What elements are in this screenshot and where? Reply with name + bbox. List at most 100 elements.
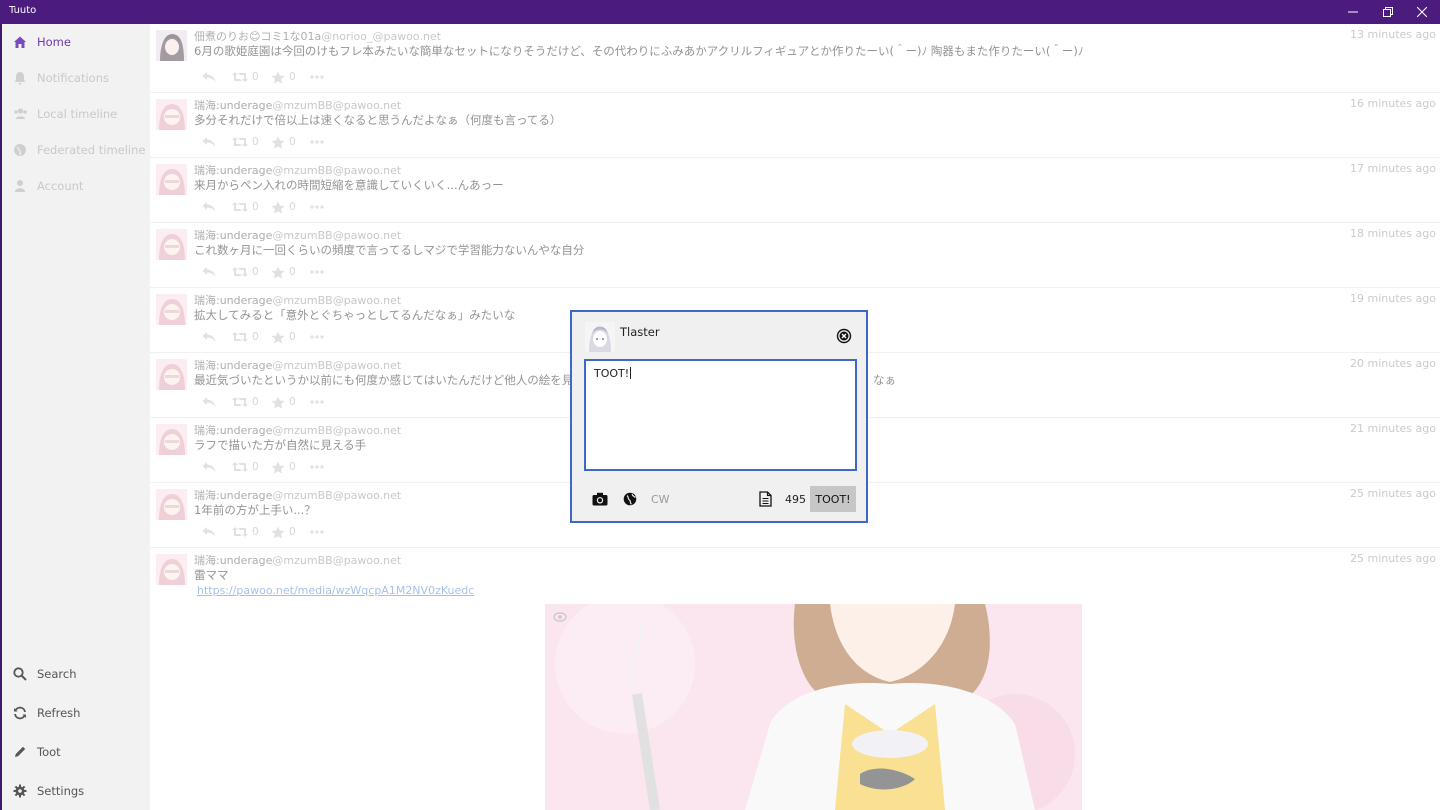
boost-button[interactable]: 0 xyxy=(232,329,259,345)
toot-submit-button[interactable]: TOOT! xyxy=(810,486,856,512)
favourite-button[interactable]: 0 xyxy=(271,329,296,345)
avatar[interactable] xyxy=(156,424,187,455)
reply-button[interactable] xyxy=(202,459,216,475)
avatar[interactable] xyxy=(156,359,187,390)
more-button[interactable] xyxy=(310,199,324,215)
toot-author[interactable]: 瑞海:underage@mzumBB@pawoo.net xyxy=(194,292,401,308)
favourite-button[interactable]: 0 xyxy=(271,264,296,280)
compose-text-input[interactable]: TOOT! xyxy=(584,359,857,471)
close-dialog-button[interactable] xyxy=(836,328,852,344)
toot-author[interactable]: 瑞海:underage@mzumBB@pawoo.net xyxy=(194,357,401,373)
toot-content: これ数ヶ月に一回くらいの頻度で言ってるしマジで学習能力ないんやな自分 xyxy=(194,243,585,257)
visibility-button[interactable] xyxy=(623,489,637,509)
toot-acct: @mzumBB@pawoo.net xyxy=(272,294,402,307)
more-button[interactable] xyxy=(310,394,324,410)
star-icon xyxy=(271,201,285,213)
sidebar-item-search[interactable]: Search xyxy=(2,656,150,692)
avatar[interactable] xyxy=(156,99,187,130)
more-icon xyxy=(310,140,324,144)
more-button[interactable] xyxy=(310,264,324,280)
reply-button[interactable] xyxy=(202,199,216,215)
users-icon xyxy=(14,108,27,119)
toot-author[interactable]: 瑞海:underage@mzumBB@pawoo.net xyxy=(194,97,401,113)
globe-icon xyxy=(14,144,26,156)
favourite-button[interactable]: 0 xyxy=(271,69,296,85)
reply-icon xyxy=(202,462,216,472)
toot-author[interactable]: 佃煮のりお😊コミ1な01a@norioo_@pawoo.net xyxy=(194,28,441,44)
avatar[interactable] xyxy=(156,229,187,260)
more-button[interactable] xyxy=(310,524,324,540)
minimize-button[interactable] xyxy=(1336,0,1370,24)
reply-button[interactable] xyxy=(202,134,216,150)
restore-button[interactable] xyxy=(1371,0,1405,24)
star-icon xyxy=(271,331,285,343)
close-window-button[interactable] xyxy=(1405,0,1439,24)
avatar[interactable] xyxy=(156,489,187,520)
sidebar-item-local-timeline[interactable]: Local timeline xyxy=(2,96,150,132)
toot-author[interactable]: 瑞海:underage@mzumBB@pawoo.net xyxy=(194,162,401,178)
avatar-image xyxy=(156,30,187,61)
draft-button[interactable] xyxy=(759,489,772,509)
sidebar-item-refresh[interactable]: Refresh xyxy=(2,695,150,731)
toot-actions: 0 0 xyxy=(202,199,332,215)
boost-count: 0 xyxy=(252,331,259,343)
avatar-image xyxy=(156,99,187,130)
sidebar-item-label: Federated timeline xyxy=(37,143,146,157)
toot-acct: @mzumBB@pawoo.net xyxy=(272,99,402,112)
more-icon xyxy=(310,400,324,404)
boost-button[interactable]: 0 xyxy=(232,134,259,150)
cw-toggle[interactable]: CW xyxy=(651,489,670,509)
star-icon xyxy=(271,266,285,278)
sidebar-item-settings[interactable]: Settings xyxy=(2,773,150,809)
favourite-count: 0 xyxy=(289,71,296,83)
reply-icon xyxy=(202,397,216,407)
reply-button[interactable] xyxy=(202,264,216,280)
toot-media-link[interactable]: https://pawoo.net/media/wzWqcpA1M2NV0zKu… xyxy=(197,584,474,597)
reply-button[interactable] xyxy=(202,69,216,85)
avatar[interactable] xyxy=(156,554,187,585)
toot-author[interactable]: 瑞海:underage@mzumBB@pawoo.net xyxy=(194,487,401,503)
reply-button[interactable] xyxy=(202,524,216,540)
reply-button[interactable] xyxy=(202,394,216,410)
toot-actions: 0 0 xyxy=(202,69,332,85)
toot-time: 21 minutes ago xyxy=(1350,422,1436,435)
media-attachment[interactable] xyxy=(545,604,1082,810)
avatar[interactable] xyxy=(156,30,187,61)
avatar[interactable] xyxy=(156,164,187,195)
favourite-button[interactable]: 0 xyxy=(271,199,296,215)
more-button[interactable] xyxy=(310,329,324,345)
boost-button[interactable]: 0 xyxy=(232,394,259,410)
toot-acct: @mzumBB@pawoo.net xyxy=(272,164,402,177)
toot-acct: @mzumBB@pawoo.net xyxy=(272,489,402,502)
avatar-image xyxy=(585,322,615,352)
camera-icon xyxy=(592,492,608,506)
more-button[interactable] xyxy=(310,459,324,475)
add-media-button[interactable] xyxy=(592,489,608,509)
avatar[interactable] xyxy=(156,294,187,325)
favourite-button[interactable]: 0 xyxy=(271,134,296,150)
favourite-button[interactable]: 0 xyxy=(271,459,296,475)
boost-button[interactable]: 0 xyxy=(232,459,259,475)
sidebar-item-toot[interactable]: Toot xyxy=(2,734,150,770)
toot-author[interactable]: 瑞海:underage@mzumBB@pawoo.net xyxy=(194,552,401,568)
boost-button[interactable]: 0 xyxy=(232,69,259,85)
toot-content: ラフで描いた方が自然に見える手 xyxy=(194,438,367,452)
toot-author[interactable]: 瑞海:underage@mzumBB@pawoo.net xyxy=(194,227,401,243)
boost-button[interactable]: 0 xyxy=(232,264,259,280)
reply-button[interactable] xyxy=(202,329,216,345)
boost-button[interactable]: 0 xyxy=(232,199,259,215)
sidebar-item-account[interactable]: Account xyxy=(2,168,150,204)
favourite-button[interactable]: 0 xyxy=(271,394,296,410)
star-icon xyxy=(271,461,285,473)
toot-time: 20 minutes ago xyxy=(1350,357,1436,370)
favourite-button[interactable]: 0 xyxy=(271,524,296,540)
sidebar-item-federated-timeline[interactable]: Federated timeline xyxy=(2,132,150,168)
avatar-image xyxy=(156,229,187,260)
sidebar-item-home[interactable]: Home xyxy=(2,24,150,60)
boost-button[interactable]: 0 xyxy=(232,524,259,540)
more-button[interactable] xyxy=(310,134,324,150)
sidebar-item-notifications[interactable]: Notifications xyxy=(2,60,150,96)
toot-author[interactable]: 瑞海:underage@mzumBB@pawoo.net xyxy=(194,422,401,438)
toot-acct: @norioo_@pawoo.net xyxy=(321,30,441,43)
more-button[interactable] xyxy=(310,69,324,85)
